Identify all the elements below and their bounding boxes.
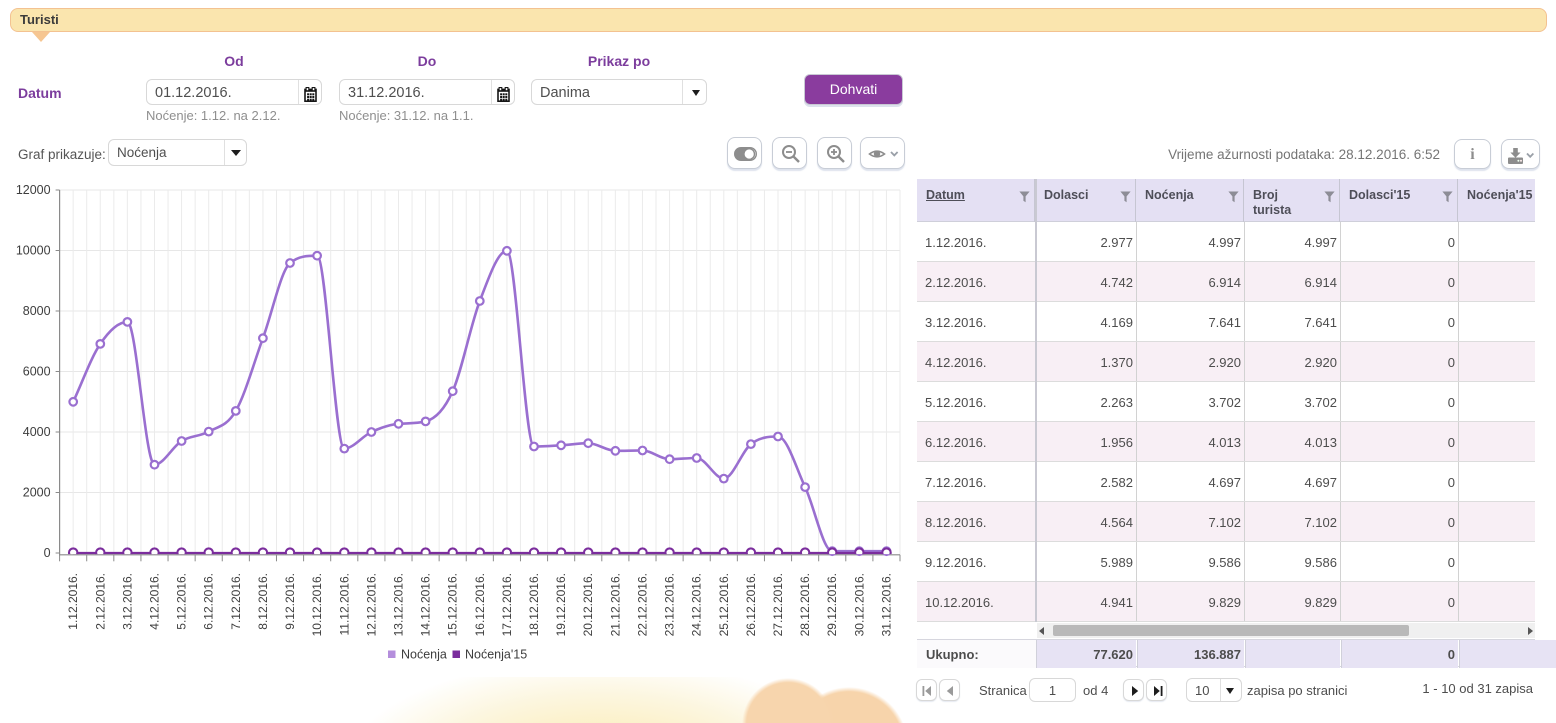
- svg-text:16.12.2016.: 16.12.2016.: [473, 573, 487, 636]
- svg-text:24.12.2016.: 24.12.2016.: [690, 573, 704, 636]
- svg-text:27.12.2016.: 27.12.2016.: [771, 573, 785, 636]
- svg-text:2.12.2016.: 2.12.2016.: [93, 573, 107, 630]
- svg-text:9.12.2016.: 9.12.2016.: [283, 573, 297, 630]
- svg-text:6000: 6000: [23, 365, 51, 379]
- svg-text:20.12.2016.: 20.12.2016.: [581, 573, 595, 636]
- svg-text:10.12.2016.: 10.12.2016.: [310, 573, 324, 636]
- svg-text:0: 0: [44, 546, 51, 560]
- svg-text:19.12.2016.: 19.12.2016.: [554, 573, 568, 636]
- svg-text:26.12.2016.: 26.12.2016.: [744, 573, 758, 636]
- svg-text:12000: 12000: [16, 183, 51, 197]
- svg-text:15.12.2016.: 15.12.2016.: [446, 573, 460, 636]
- svg-text:22.12.2016.: 22.12.2016.: [636, 573, 650, 636]
- svg-text:21.12.2016.: 21.12.2016.: [608, 573, 622, 636]
- svg-text:12.12.2016.: 12.12.2016.: [364, 573, 378, 636]
- svg-text:25.12.2016.: 25.12.2016.: [717, 573, 731, 636]
- svg-text:28.12.2016.: 28.12.2016.: [798, 573, 812, 636]
- svg-text:18.12.2016.: 18.12.2016.: [527, 573, 541, 636]
- svg-text:11.12.2016.: 11.12.2016.: [337, 573, 351, 636]
- svg-text:1.12.2016.: 1.12.2016.: [66, 573, 80, 630]
- svg-text:4.12.2016.: 4.12.2016.: [148, 573, 162, 630]
- svg-text:2000: 2000: [23, 486, 51, 500]
- svg-text:Noćenja'15: Noćenja'15: [465, 648, 527, 662]
- svg-text:8000: 8000: [23, 304, 51, 318]
- svg-text:8.12.2016.: 8.12.2016.: [256, 573, 270, 630]
- svg-text:23.12.2016.: 23.12.2016.: [663, 573, 677, 636]
- svg-text:14.12.2016.: 14.12.2016.: [419, 573, 433, 636]
- svg-text:29.12.2016.: 29.12.2016.: [825, 573, 839, 636]
- svg-text:31.12.2016.: 31.12.2016.: [880, 573, 894, 636]
- svg-text:10000: 10000: [16, 244, 51, 258]
- svg-text:13.12.2016.: 13.12.2016.: [392, 573, 406, 636]
- svg-text:4000: 4000: [23, 425, 51, 439]
- svg-text:17.12.2016.: 17.12.2016.: [500, 573, 514, 636]
- svg-text:5.12.2016.: 5.12.2016.: [175, 573, 189, 630]
- svg-text:30.12.2016.: 30.12.2016.: [852, 573, 866, 636]
- svg-text:Noćenja: Noćenja: [401, 648, 447, 662]
- svg-text:7.12.2016.: 7.12.2016.: [229, 573, 243, 630]
- svg-text:6.12.2016.: 6.12.2016.: [202, 573, 216, 630]
- svg-text:3.12.2016.: 3.12.2016.: [120, 573, 134, 630]
